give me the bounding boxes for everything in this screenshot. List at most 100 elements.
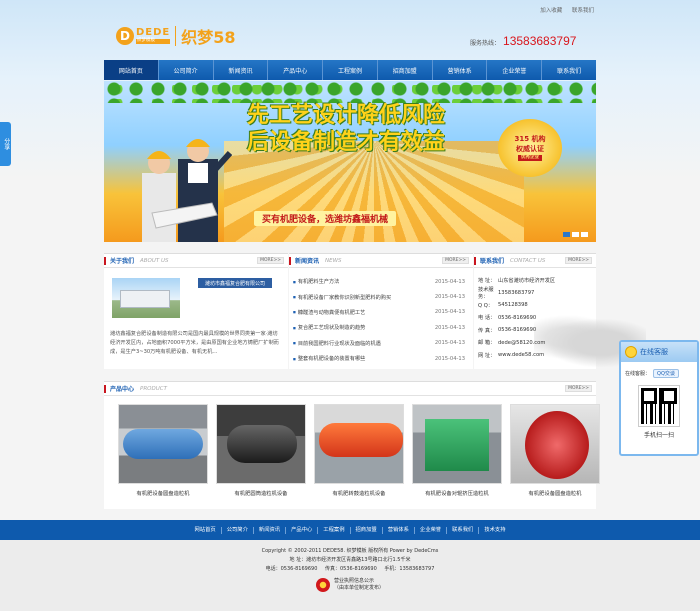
footer-fax: 传真：0536-8169690 bbox=[325, 566, 377, 572]
list-item[interactable]: 目前我国肥料行业现状及面临的机遇2015-04-13 bbox=[293, 336, 465, 351]
site-logo[interactable]: D DEDE 织梦模板 织梦58 bbox=[116, 24, 236, 48]
contact-us-top-link[interactable]: 联系我们 bbox=[572, 8, 594, 14]
online-service-label: 在线客服： bbox=[625, 371, 651, 377]
nav-item-news[interactable]: 新闻资讯 bbox=[214, 60, 269, 80]
logo-divider bbox=[175, 26, 177, 46]
hero-banner[interactable]: 先工艺设计降低风险 后设备制造才有效益 315 机构 权威认证 优秀企业 买有机… bbox=[104, 81, 596, 242]
nav-item-contact[interactable]: 联系我们 bbox=[542, 60, 596, 80]
company-building-image[interactable] bbox=[112, 278, 180, 318]
list-item[interactable]: 整套有机肥设备的装置有哪些2015-04-13 bbox=[293, 351, 465, 366]
logo-dede-text: DEDE bbox=[136, 27, 171, 39]
online-service-header: 在线客服 bbox=[621, 342, 697, 362]
smiley-icon bbox=[625, 346, 637, 358]
logo-brand-text: 织梦58 bbox=[181, 28, 236, 47]
nav-item-products[interactable]: 产品中心 bbox=[268, 60, 324, 80]
footer-nav-item[interactable]: 网站首页 bbox=[189, 526, 222, 534]
products-title-en: PRODUCT bbox=[140, 385, 167, 392]
service-hotline: 服务热线： 13583683797 bbox=[470, 34, 576, 48]
news-title: 新闻资讯 bbox=[295, 258, 320, 265]
list-item[interactable]: 糠醛渣与动物粪便有机肥工艺2015-04-13 bbox=[293, 305, 465, 320]
banner-dot-1[interactable] bbox=[563, 232, 570, 237]
footer-nav-item[interactable]: 技术支持 bbox=[479, 527, 510, 534]
news-list: 有机肥料生产方法2015-04-13 有机肥设备厂家教你识别新型肥料的购买201… bbox=[293, 274, 465, 366]
footer-mobile: 手机：13583683797 bbox=[384, 566, 435, 572]
logo-dede-sub: 织梦模板 bbox=[136, 39, 171, 44]
share-tab[interactable]: 分享 bbox=[0, 122, 11, 166]
contact-more-button[interactable]: MORE>> bbox=[565, 257, 592, 264]
product-image[interactable] bbox=[510, 404, 600, 484]
news-panel: 新闻资讯 NEWS MORE>> 有机肥料生产方法2015-04-13 有机肥设… bbox=[289, 253, 473, 369]
banner-headline-2: 后设备制造才有效益 bbox=[247, 130, 446, 155]
product-card[interactable]: 有机肥圆筒造粒机设备 bbox=[216, 404, 306, 497]
product-card[interactable]: 有机肥设备对辊挤压造粒机 bbox=[412, 404, 502, 497]
news-more-button[interactable]: MORE>> bbox=[442, 257, 469, 264]
badge-line-3: 优秀企业 bbox=[518, 154, 542, 161]
nav-item-honor[interactable]: 企业荣誉 bbox=[487, 60, 543, 80]
news-title-en: NEWS bbox=[325, 257, 342, 264]
nav-item-marketing[interactable]: 营销体系 bbox=[433, 60, 488, 80]
badge-line-1: 315 机构 bbox=[514, 135, 546, 144]
business-license-badge[interactable]: 营业执照信息公示 （由本单位制定发布） bbox=[0, 578, 700, 592]
banner-dot-3[interactable] bbox=[581, 232, 588, 237]
badge-line-2: 权威认证 bbox=[516, 144, 544, 153]
hotline-number: 13583683797 bbox=[503, 34, 577, 48]
banner-engineers-image bbox=[142, 139, 232, 242]
product-caption[interactable]: 有机肥设备圆盘造粒机 bbox=[118, 489, 208, 497]
contact-row: 传 真： 0536-8169690 bbox=[478, 327, 537, 334]
list-item[interactable]: 有机肥设备厂家教你识别新型肥料的购买2015-04-13 bbox=[293, 289, 465, 304]
logo-circle-icon: D bbox=[116, 27, 134, 45]
list-item[interactable]: 复合肥工艺现状及制造的趋势2015-04-13 bbox=[293, 320, 465, 335]
product-image[interactable] bbox=[412, 404, 502, 484]
top-links: 加入收藏 联系我们 bbox=[532, 6, 594, 14]
banner-dot-2[interactable] bbox=[572, 232, 579, 237]
footer: Copyright © 2002-2011 DEDE58. 织梦模板 版权所有 … bbox=[0, 540, 700, 611]
footer-nav-item[interactable]: 企业荣誉 bbox=[415, 526, 448, 534]
nav-item-about[interactable]: 公司简介 bbox=[159, 60, 214, 80]
footer-nav-item[interactable]: 公司简介 bbox=[222, 526, 254, 534]
product-caption[interactable]: 有机肥圆筒造粒机设备 bbox=[216, 489, 306, 497]
qq-chat-button[interactable]: QQ交谈 bbox=[653, 369, 679, 378]
add-favorite-link[interactable]: 加入收藏 bbox=[540, 8, 562, 14]
footer-nav-item[interactable]: 招商加盟 bbox=[351, 526, 383, 534]
product-caption[interactable]: 有机肥转鼓造粒机设备 bbox=[314, 489, 404, 497]
scan-qr-label: 手机扫一扫 bbox=[643, 432, 674, 439]
about-title: 关于我们 bbox=[110, 258, 135, 265]
product-caption[interactable]: 有机肥设备对辊挤压造粒机 bbox=[412, 489, 502, 497]
nav-item-cases[interactable]: 工程案例 bbox=[323, 60, 378, 80]
contact-panel-header: 联系我们 CONTACT US MORE>> bbox=[474, 254, 596, 268]
contact-title: 联系我们 bbox=[480, 258, 505, 265]
online-service-title: 在线客服 bbox=[640, 348, 668, 356]
footer-nav-item[interactable]: 工程案例 bbox=[318, 526, 351, 534]
main-nav: 网站首页 公司简介 新闻资讯 产品中心 工程案例 招商加盟 营销体系 企业荣誉 … bbox=[104, 60, 596, 80]
footer-nav-item[interactable]: 联系我们 bbox=[447, 526, 480, 534]
banner-rays bbox=[224, 141, 524, 242]
license-subtitle: （由本单位制定发布） bbox=[333, 585, 384, 591]
list-item[interactable]: 有机肥料生产方法2015-04-13 bbox=[293, 274, 465, 289]
about-more-button[interactable]: MORE>> bbox=[257, 257, 284, 264]
contact-title-en: CONTACT US bbox=[510, 257, 546, 264]
product-image[interactable] bbox=[118, 404, 208, 484]
product-image[interactable] bbox=[314, 404, 404, 484]
product-card[interactable]: 有机肥设备圆盘造粒机 bbox=[118, 404, 208, 497]
product-card[interactable]: 有机肥转鼓造粒机设备 bbox=[314, 404, 404, 497]
qr-code-image bbox=[638, 385, 680, 427]
address-text: 地 址：潍坊市经济开发区青鑫路13号路口北行1.5千米 bbox=[289, 557, 411, 563]
contact-row: Q Q： 545128398 bbox=[478, 302, 528, 309]
product-caption[interactable]: 有机肥设备圆盘造粒机 bbox=[510, 489, 600, 497]
contact-row: 电 话： 0536-8169690 bbox=[478, 314, 537, 322]
banner-pagination bbox=[563, 232, 588, 237]
footer-nav-item[interactable]: 新闻资讯 bbox=[254, 526, 287, 534]
footer-nav-item[interactable]: 营销体系 bbox=[383, 526, 415, 534]
product-card[interactable]: 有机肥设备圆盘造粒机 bbox=[510, 404, 600, 497]
share-label: 分享 bbox=[2, 138, 10, 150]
products-panel: 产品中心 PRODUCT MORE>> 有机肥设备圆盘造粒机 有机肥圆筒造粒机设… bbox=[104, 381, 600, 509]
footer-nav-item[interactable]: 产品中心 bbox=[286, 526, 319, 534]
footer-tel: 电话：0536-8169690 bbox=[265, 566, 318, 572]
products-more-button[interactable]: MORE>> bbox=[565, 385, 592, 392]
news-panel-header: 新闻资讯 NEWS MORE>> bbox=[289, 254, 473, 268]
about-panel-header: 关于我们 ABOUT US MORE>> bbox=[104, 254, 288, 268]
nav-item-home[interactable]: 网站首页 bbox=[104, 60, 159, 80]
certification-badge: 315 机构 权威认证 优秀企业 bbox=[498, 119, 562, 177]
nav-item-join[interactable]: 招商加盟 bbox=[378, 60, 433, 80]
product-image[interactable] bbox=[216, 404, 306, 484]
